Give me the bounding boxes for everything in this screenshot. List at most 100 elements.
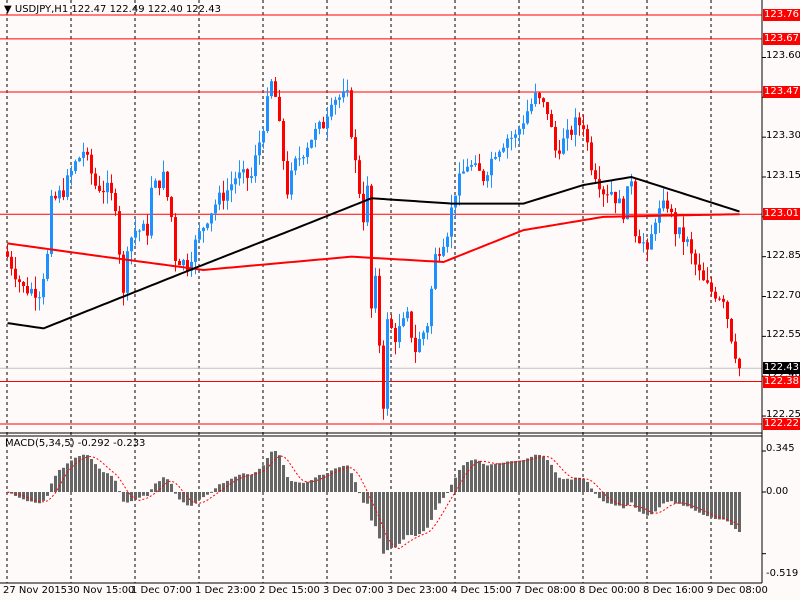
- candle-body: [398, 326, 401, 343]
- macd-bar: [470, 460, 473, 492]
- candle-body: [454, 195, 457, 208]
- candle-body: [490, 158, 493, 176]
- macd-bar: [238, 474, 241, 492]
- time-label: 27 Nov 2015: [3, 585, 68, 596]
- candle-body: [170, 197, 173, 218]
- macd-bar: [122, 492, 125, 502]
- candle-body: [230, 184, 233, 191]
- candle-body: [502, 147, 505, 152]
- macd-bar: [290, 481, 293, 492]
- macd-bar: [114, 480, 117, 492]
- candle-body: [570, 129, 573, 135]
- macd-bar: [646, 492, 649, 516]
- candle-body: [294, 158, 297, 171]
- macd-bar: [662, 492, 665, 504]
- candle-body: [182, 260, 185, 266]
- macd-bar: [422, 492, 425, 532]
- price-level-tag: 122.22: [763, 418, 800, 430]
- ma-black-line: [7, 175, 740, 330]
- candle-body: [482, 170, 485, 182]
- candle-body: [558, 150, 561, 154]
- time-label: 9 Dec 08:00: [707, 585, 768, 596]
- candle-body: [250, 176, 253, 178]
- macd-bar: [198, 492, 201, 500]
- candle-body: [314, 128, 317, 140]
- macd-bar: [710, 492, 713, 518]
- macd-bar: [682, 492, 685, 506]
- candle-body: [642, 242, 645, 244]
- macd-bar: [158, 481, 161, 492]
- macd-bar: [462, 465, 465, 492]
- candle-body: [66, 175, 69, 197]
- price-tick-label: 123.60: [766, 50, 800, 62]
- candle-body: [698, 264, 701, 271]
- candle-body: [34, 288, 37, 298]
- macd-bar: [254, 472, 257, 492]
- macd-bar: [102, 472, 105, 492]
- ma-red-line: [7, 213, 740, 271]
- candle-body: [330, 104, 333, 117]
- macd-bar: [458, 469, 461, 492]
- macd-bar: [626, 492, 629, 506]
- macd-bar: [282, 464, 285, 492]
- macd-bar: [570, 479, 573, 492]
- candle-body: [562, 138, 565, 154]
- candle-body: [174, 217, 177, 261]
- macd-bar: [478, 460, 481, 492]
- macd-bar: [386, 492, 389, 551]
- macd-max-label: 0.345: [766, 443, 795, 454]
- macd-bar: [430, 492, 433, 520]
- candle-body: [46, 253, 49, 279]
- macd-bar: [446, 492, 449, 493]
- macd-bar: [118, 491, 121, 493]
- price-level-tag: 123.67: [763, 32, 800, 45]
- time-label: 3 Dec 23:00: [387, 585, 448, 596]
- macd-bar: [658, 492, 661, 508]
- macd-pane: [6, 450, 766, 555]
- macd-bar: [454, 477, 457, 492]
- price-level-tag: 123.47: [763, 86, 800, 99]
- candle-body: [546, 102, 549, 115]
- candle-body: [322, 121, 325, 129]
- candle-body: [374, 275, 377, 309]
- candle-body: [426, 326, 429, 333]
- candle-body: [470, 164, 473, 167]
- candle-body: [518, 128, 521, 135]
- macd-bar: [406, 492, 409, 536]
- candle-body: [198, 231, 201, 240]
- dropdown-triangle-icon[interactable]: ▼: [4, 4, 12, 15]
- price-level-tag: 123.01: [763, 208, 800, 221]
- time-label: 2 Dec 15:00: [259, 585, 320, 596]
- time-label: 3 Dec 07:00: [323, 585, 384, 596]
- candle-body: [326, 116, 329, 129]
- macd-bar: [306, 481, 309, 492]
- candle-body: [682, 227, 685, 242]
- macd-bar: [542, 456, 545, 492]
- candle-body: [334, 99, 337, 105]
- candle-body: [466, 166, 469, 172]
- candle-body: [710, 282, 713, 292]
- candle-body: [346, 90, 349, 92]
- macd-bar: [622, 492, 625, 509]
- candle-body: [650, 234, 653, 250]
- candle-body: [614, 191, 617, 204]
- macd-bar: [414, 492, 417, 536]
- candle-body: [98, 185, 101, 191]
- macd-bar: [134, 492, 137, 500]
- macd-bar: [666, 492, 669, 502]
- macd-bar: [534, 454, 537, 492]
- macd-bar: [574, 477, 577, 492]
- macd-bar: [614, 492, 617, 506]
- candle-body: [110, 182, 113, 193]
- macd-bar: [82, 454, 85, 492]
- chart-canvas[interactable]: [0, 0, 800, 600]
- candle-body: [510, 137, 513, 139]
- macd-bar: [690, 492, 693, 509]
- candle-body: [462, 171, 465, 174]
- macd-bar: [98, 468, 101, 492]
- candle-body: [738, 358, 741, 369]
- macd-bar: [266, 458, 269, 492]
- price-tick-label: 123.30: [766, 130, 800, 142]
- candle-body: [386, 319, 389, 409]
- macd-bar: [590, 488, 593, 492]
